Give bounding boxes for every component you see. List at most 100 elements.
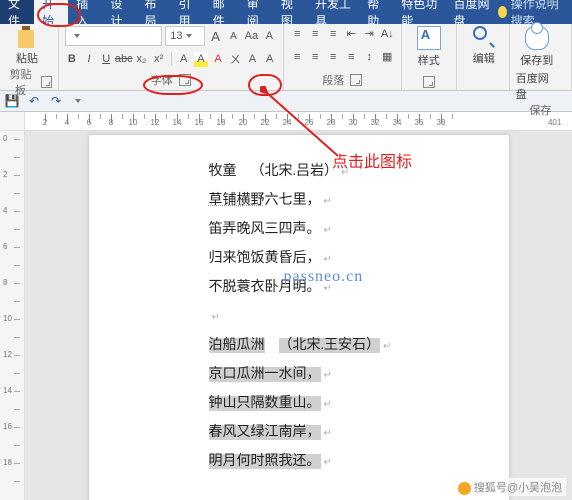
cloud-icon [525,26,549,50]
watermark-text: passneo.cn [284,265,364,289]
poem1-line1[interactable]: 草铺横野六七里，↵ [209,190,469,211]
font-family-combo[interactable] [65,26,163,46]
save-cloud-button[interactable]: 保存到 百度网盘 [516,26,558,102]
tab-home[interactable]: 开始 [34,0,68,24]
strike-button[interactable]: abc [116,52,131,67]
text-effects-button[interactable]: A [177,52,191,67]
poem1-line2[interactable]: 笛弄晚风三四声。↵ [209,219,469,240]
group-save-cloud: 保存到 百度网盘 保存 [510,24,572,90]
italic-button[interactable]: I [82,52,96,67]
numbering-button[interactable]: ≡ [308,26,323,41]
shrink-font-button[interactable]: A [226,29,241,44]
quick-access-toolbar: 💾 ↶ ↷ [0,91,572,112]
tab-developer[interactable]: 开发工具 [307,0,359,24]
poem2-author: （北宋.王安石） [279,338,381,353]
superscript-button[interactable]: x² [151,52,165,67]
find-icon [473,26,495,48]
tab-review[interactable]: 审阅 [239,0,273,24]
styles-button[interactable]: 样式 [408,26,450,68]
page-scroll-area[interactable]: 牧童 （北宋.吕岩）↵ 草铺横野六七里，↵ 笛弄晚风三四声。↵ 归来饱饭黄昏后，… [25,131,572,500]
chevron-down-icon [186,34,192,38]
qat-customize-icon[interactable] [70,93,86,109]
poem2-line4[interactable]: 明月何时照我还。↵ [209,451,469,472]
workspace: 024681012141618 牧童 （北宋.吕岩）↵ 草铺横野六七里，↵ 笛弄… [0,131,572,500]
tab-design[interactable]: 设计 [102,0,136,24]
poem2-line3[interactable]: 春风又绿江南岸，↵ [209,422,469,443]
clipboard-group-label: 剪贴板 [6,66,35,98]
shading-button[interactable]: ▦ [380,49,395,64]
poem2-title[interactable]: 泊船瓜洲 （北宋.王安石）↵ [209,335,469,356]
font-group-label: 字体 [151,72,173,88]
line-spacing-button[interactable]: ↕ [362,49,377,64]
tell-me-search[interactable]: 操作说明搜索 [498,0,572,24]
indent-dec-button[interactable]: ⇤ [344,26,359,41]
multilevel-button[interactable]: ≡ [326,26,341,41]
paste-label: 粘贴 [16,50,38,66]
styles-launcher-icon[interactable] [423,76,435,88]
align-center-button[interactable]: ≡ [308,49,323,64]
font-color-button[interactable]: A [211,52,225,67]
grow-font-button[interactable]: A [208,29,223,44]
save-cloud-l2: 百度网盘 [516,70,558,102]
tab-baidu[interactable]: 百度网盘 [446,0,498,24]
tab-file[interactable]: 文件 [0,0,34,24]
paragraph-group-label: 段落 [322,72,344,88]
align-left-button[interactable]: ≡ [290,49,305,64]
ruler-container: 2468101214161820222426283032343638401 [0,112,572,131]
poem2-line2[interactable]: 钟山只隔数重山。↵ [209,393,469,414]
document-page[interactable]: 牧童 （北宋.吕岩）↵ 草铺横野六七里，↵ 笛弄晚风三四声。↵ 归来饱饭黄昏后，… [89,135,509,500]
ribbon: 粘贴 剪贴板 13 A A Aa A B I U abc x₂ x² [0,24,572,91]
paragraph-launcher-icon[interactable] [350,74,362,86]
horizontal-ruler[interactable]: 2468101214161820222426283032343638401 [25,112,572,130]
avatar-icon [458,482,471,495]
save-cloud-l1: 保存到 [520,52,553,68]
find-button[interactable]: 编辑 [463,26,505,66]
paste-button[interactable]: 粘贴 [6,26,48,66]
clipboard-launcher-icon[interactable] [41,76,52,88]
annotation-text: 点击此图标 [332,148,412,172]
blank-para[interactable]: ↵ [209,306,469,327]
source-credit: 搜狐号@小吴泡泡 [454,478,566,496]
tab-help[interactable]: 帮助 [359,0,393,24]
tab-mailings[interactable]: 邮件 [205,0,239,24]
font-size-value: 13 [170,30,182,42]
poem2-line1[interactable]: 京口瓜洲一水间，↵ [209,364,469,385]
group-editing: 编辑 [457,24,510,90]
clear-format-button[interactable]: A [262,29,277,44]
char-border-button[interactable]: A [245,52,259,67]
group-paragraph: ≡ ≡ ≡ ⇤ ⇥ A↓ ≡ ≡ ≡ ≡ ↕ ▦ 段落 [284,24,402,90]
chevron-down-icon [74,34,80,38]
vertical-ruler[interactable]: 024681012141618 [0,131,25,500]
phonetic-guide-button[interactable]: ㄨ [228,52,242,67]
sort-button[interactable]: A↓ [380,26,395,41]
editing-label: 编辑 [473,50,495,66]
menu-bar: 文件 开始 插入 设计 布局 引用 邮件 审阅 视图 开发工具 帮助 特色功能 … [0,0,572,24]
poem1-author: （北宋.吕岩） [251,164,339,179]
paste-icon [16,26,38,48]
styles-icon [417,26,441,50]
align-right-button[interactable]: ≡ [326,49,341,64]
justify-button[interactable]: ≡ [344,49,359,64]
char-shading-button[interactable]: A [263,52,277,67]
bold-button[interactable]: B [65,52,79,67]
tab-references[interactable]: 引用 [171,0,205,24]
group-clipboard: 粘贴 剪贴板 [0,24,59,90]
bullets-button[interactable]: ≡ [290,26,305,41]
highlight-button[interactable]: A [194,52,208,67]
indent-inc-button[interactable]: ⇥ [362,26,377,41]
tab-insert[interactable]: 插入 [68,0,102,24]
group-font: 13 A A Aa A B I U abc x₂ x² A A A ㄨ A A … [59,24,284,90]
dotted-span: 草铺横野 [209,193,265,208]
tab-layout[interactable]: 布局 [136,0,170,24]
styles-label: 样式 [418,52,440,68]
underline-button[interactable]: U [99,52,113,67]
font-size-combo[interactable]: 13 [165,26,205,46]
tab-special[interactable]: 特色功能 [393,0,445,24]
tab-view[interactable]: 视图 [273,0,307,24]
lightbulb-icon [498,6,507,18]
font-launcher-icon[interactable] [179,74,191,86]
group-styles: 样式 [402,24,457,90]
change-case-button[interactable]: Aa [244,29,259,44]
subscript-button[interactable]: x₂ [134,52,148,67]
ruler-corner [0,112,25,130]
